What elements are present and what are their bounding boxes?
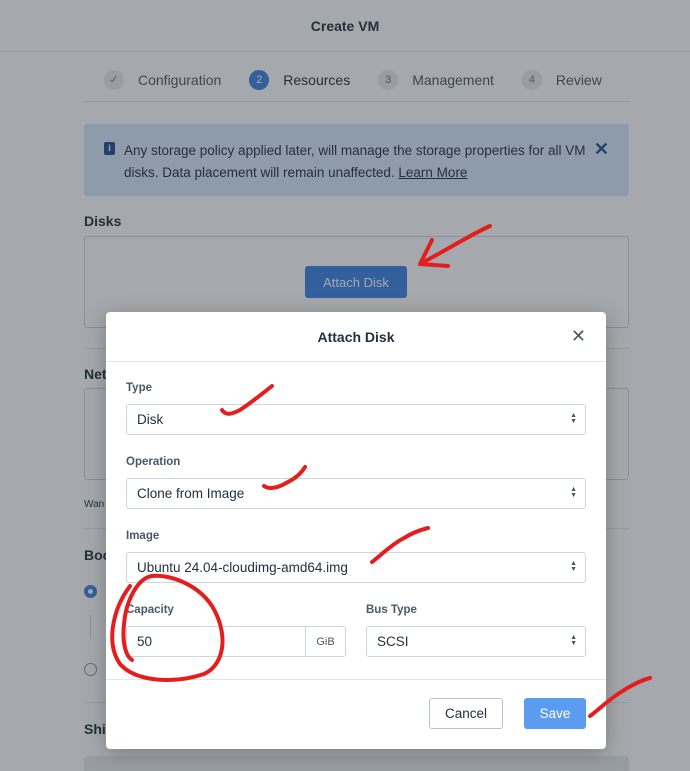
image-value: Ubuntu 24.04-cloudimg-amd64.img	[137, 560, 348, 575]
bus-type-value: SCSI	[377, 634, 409, 649]
close-icon[interactable]: ✕	[571, 326, 586, 346]
operation-label: Operation	[126, 456, 181, 468]
capacity-label: Capacity	[126, 604, 174, 616]
type-select[interactable]: Disk ▲ ▼	[126, 404, 586, 435]
image-select[interactable]: Ubuntu 24.04-cloudimg-amd64.img ▲ ▼	[126, 552, 586, 583]
select-caret-icon: ▲ ▼	[570, 412, 577, 425]
cancel-button[interactable]: Cancel	[429, 698, 503, 729]
capacity-unit: GiB	[305, 627, 345, 656]
type-label: Type	[126, 382, 152, 394]
type-value: Disk	[137, 412, 164, 427]
modal-footer-divider	[106, 679, 606, 680]
select-caret-icon: ▲ ▼	[570, 634, 577, 647]
capacity-value: 50	[137, 634, 153, 649]
operation-value: Clone from Image	[137, 486, 245, 501]
bus-type-select[interactable]: SCSI ▲ ▼	[366, 626, 586, 657]
image-label: Image	[126, 530, 160, 542]
attach-disk-modal: Attach Disk ✕ Type Disk ▲ ▼ Operation Clo…	[106, 312, 606, 749]
operation-select[interactable]: Clone from Image ▲ ▼	[126, 478, 586, 509]
select-caret-icon: ▲ ▼	[570, 486, 577, 499]
bus-type-label: Bus Type	[366, 604, 417, 616]
modal-title: Attach Disk	[317, 328, 395, 345]
select-caret-icon: ▲ ▼	[570, 560, 577, 573]
capacity-input[interactable]: 50 GiB	[126, 626, 346, 657]
modal-header: Attach Disk ✕	[106, 312, 606, 362]
save-button[interactable]: Save	[524, 698, 586, 729]
